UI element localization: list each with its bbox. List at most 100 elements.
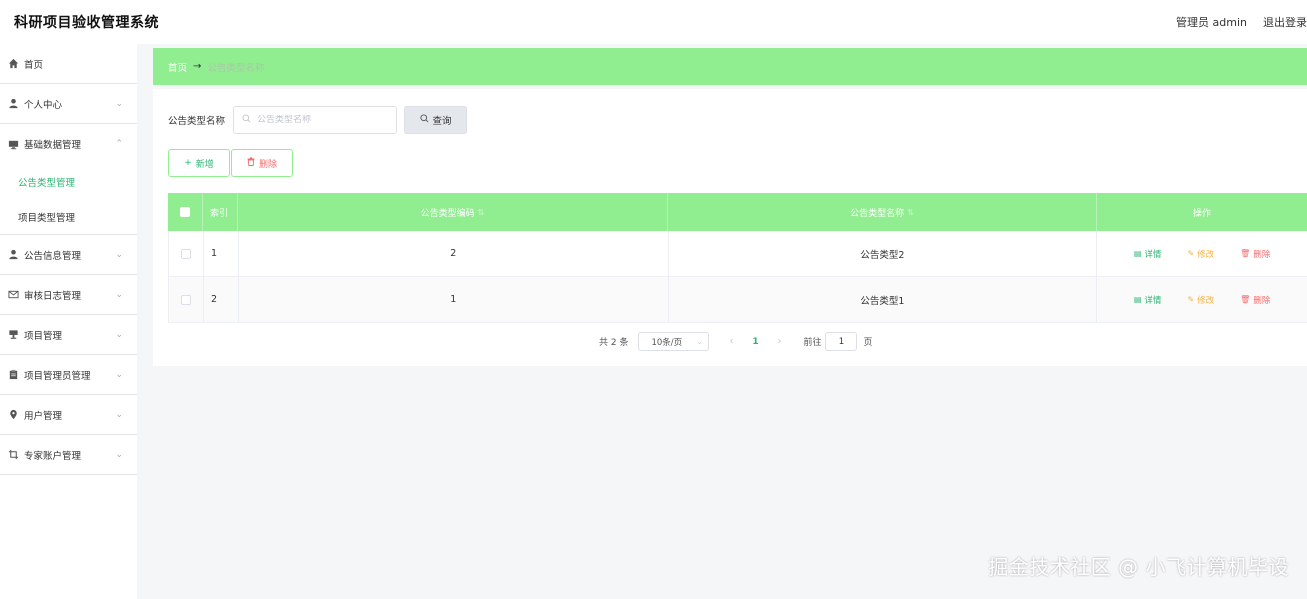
user-icon (7, 98, 19, 110)
sidebar-item-label: 公告信息管理 (24, 250, 82, 262)
chevron-down-icon: ⌄ (115, 249, 123, 260)
row-code: 2 (239, 231, 669, 276)
chevron-down-icon: ⌄ (115, 98, 123, 109)
next-page-button[interactable]: › (769, 336, 789, 347)
location-icon (7, 409, 19, 421)
search-icon (419, 114, 429, 126)
row-operations: ▤ 详情 ✎ 修改 🗑 删除 (1097, 277, 1307, 322)
goto-page-input[interactable] (825, 332, 858, 351)
column-header-label: 公告类型名称 (850, 208, 905, 219)
delete-button-label: 删除 (258, 159, 277, 170)
row-name: 公告类型1 (669, 277, 1098, 322)
batch-delete-button[interactable]: 删除 (231, 149, 293, 177)
logout-link[interactable]: 退出登录 (1263, 14, 1307, 30)
submenu-item-notice-type[interactable]: 公告类型管理 (0, 164, 137, 199)
row-checkbox[interactable] (180, 294, 191, 305)
column-header-label: 操作 (1192, 208, 1211, 219)
edit-button[interactable]: ✎ 修改 (1187, 248, 1214, 260)
crop-icon (7, 449, 19, 461)
sidebar-item-label: 个人中心 (24, 99, 63, 111)
user-area: 管理员 admin 退出登录 (1176, 14, 1307, 30)
plus-icon: + (184, 158, 192, 168)
sidebar-item-home[interactable]: 首页 (0, 44, 137, 84)
search-row: 公告类型名称 查询 (168, 106, 468, 134)
app-title: 科研项目验收管理系统 (14, 15, 159, 31)
sidebar-item-profile[interactable]: 个人中心 ⌄ (0, 84, 137, 124)
row-name: 公告类型2 (669, 231, 1098, 276)
goto-label: 前往 (803, 338, 822, 348)
trash-icon: 🗑 (1240, 249, 1251, 258)
detail-button[interactable]: ▤ 详情 (1134, 294, 1162, 306)
sidebar-item-label: 首页 (24, 59, 44, 71)
chevron-down-icon: ⌄ (115, 369, 123, 380)
monitor-icon (7, 138, 19, 150)
sidebar-item-users[interactable]: 用户管理 ⌄ (0, 395, 137, 435)
sidebar-item-notice-info[interactable]: 公告信息管理 ⌄ (0, 235, 137, 275)
sidebar-item-base-data[interactable]: 基础数据管理 ⌃ (0, 124, 137, 164)
column-header-operations: 操作 (1097, 193, 1307, 231)
sidebar-item-label: 审核日志管理 (24, 290, 82, 302)
delete-label: 删除 (1253, 295, 1271, 306)
delete-label: 删除 (1253, 249, 1271, 260)
row-checkbox[interactable] (180, 248, 191, 259)
breadcrumb: 首页 → 公告类型名称 (153, 48, 1307, 85)
detail-label: 详情 (1144, 295, 1162, 306)
sidebar-item-expert-accounts[interactable]: 专家账户管理 ⌄ (0, 435, 137, 475)
edit-icon: ✎ (1187, 295, 1195, 304)
row-index: 1 (204, 231, 239, 276)
select-all-checkbox[interactable] (180, 207, 190, 217)
add-button-label: 新增 (195, 159, 214, 170)
sidebar-item-projects[interactable]: 项目管理 ⌄ (0, 315, 137, 355)
query-button-label: 查询 (432, 116, 452, 127)
current-user-label: 管理员 admin (1176, 16, 1247, 29)
detail-label: 详情 (1144, 249, 1162, 260)
mail-icon (7, 289, 19, 301)
user-icon (7, 249, 19, 261)
prev-page-button[interactable]: ‹ (721, 336, 741, 347)
submenu-item-project-type[interactable]: 项目类型管理 (0, 199, 137, 234)
submenu-base-data: 公告类型管理 项目类型管理 (0, 164, 137, 235)
page-size-value: 10条/页 (651, 337, 683, 348)
column-header-code[interactable]: 公告类型编码 ⇅ (238, 193, 668, 231)
detail-button[interactable]: ▤ 详情 (1134, 248, 1162, 260)
row-operations: ▤ 详情 ✎ 修改 🗑 删除 (1097, 231, 1307, 276)
top-bar: 科研项目验收管理系统 管理员 admin 退出登录 (0, 0, 1307, 44)
sidebar-item-audit-log[interactable]: 审核日志管理 ⌄ (0, 275, 137, 315)
sidebar-item-project-admins[interactable]: 项目管理员管理 ⌄ (0, 355, 137, 395)
breadcrumb-home-link[interactable]: 首页 (168, 60, 187, 74)
sort-icon[interactable]: ⇅ (478, 208, 485, 217)
chevron-down-icon: ⌄ (115, 289, 123, 300)
search-icon (242, 114, 251, 126)
document-icon: ▤ (1133, 295, 1142, 304)
table-row: 1 2 公告类型2 ▤ 详情 ✎ 修改 🗑 删除 (168, 231, 1307, 277)
chevron-down-icon: ⌄ (696, 337, 703, 346)
trophy-icon (7, 329, 19, 341)
query-button[interactable]: 查询 (404, 106, 468, 134)
main-panel: 公告类型名称 查询 + 新增 删除 索引 公告类型编码⇅ 公告类型名称⇅ 操作 (153, 89, 1307, 366)
edit-label: 修改 (1197, 249, 1215, 260)
column-header-name[interactable]: 公告类型名称 ⇅ (668, 193, 1097, 231)
page-number-current[interactable]: 1 (741, 337, 769, 347)
action-row: + 新增 删除 (168, 149, 293, 177)
table-header: 索引 公告类型编码 ⇅ 公告类型名称 ⇅ 操作 (168, 193, 1307, 231)
page-size-select[interactable]: 10条/页 ⌄ (638, 332, 710, 351)
watermark: 掘金技术社区 @ 小飞计算机毕设 (988, 555, 1289, 579)
add-button[interactable]: + 新增 (168, 149, 230, 177)
document-icon: ▤ (1133, 249, 1142, 258)
search-input[interactable] (257, 115, 388, 125)
delete-button[interactable]: 🗑 删除 (1240, 248, 1270, 260)
chevron-up-icon: ⌃ (115, 139, 123, 149)
sidebar-item-label: 用户管理 (24, 410, 63, 422)
trash-icon: 🗑 (1240, 295, 1251, 304)
sort-icon[interactable]: ⇅ (907, 208, 914, 217)
delete-button[interactable]: 🗑 删除 (1240, 294, 1270, 306)
pagination: 共 2 条 10条/页 ⌄ ‹ 1 › 前往 页 (599, 332, 872, 351)
table-row: 2 1 公告类型1 ▤ 详情 ✎ 修改 🗑 删除 (168, 277, 1307, 323)
edit-button[interactable]: ✎ 修改 (1187, 294, 1214, 306)
column-header-label: 公告类型编码 (420, 208, 475, 219)
sidebar-item-label: 专家账户管理 (24, 450, 82, 462)
sidebar-item-label: 项目管理 (24, 330, 63, 342)
chevron-down-icon: ⌄ (115, 409, 123, 420)
sidebar-item-label: 项目管理员管理 (24, 370, 91, 382)
home-icon (7, 58, 19, 70)
